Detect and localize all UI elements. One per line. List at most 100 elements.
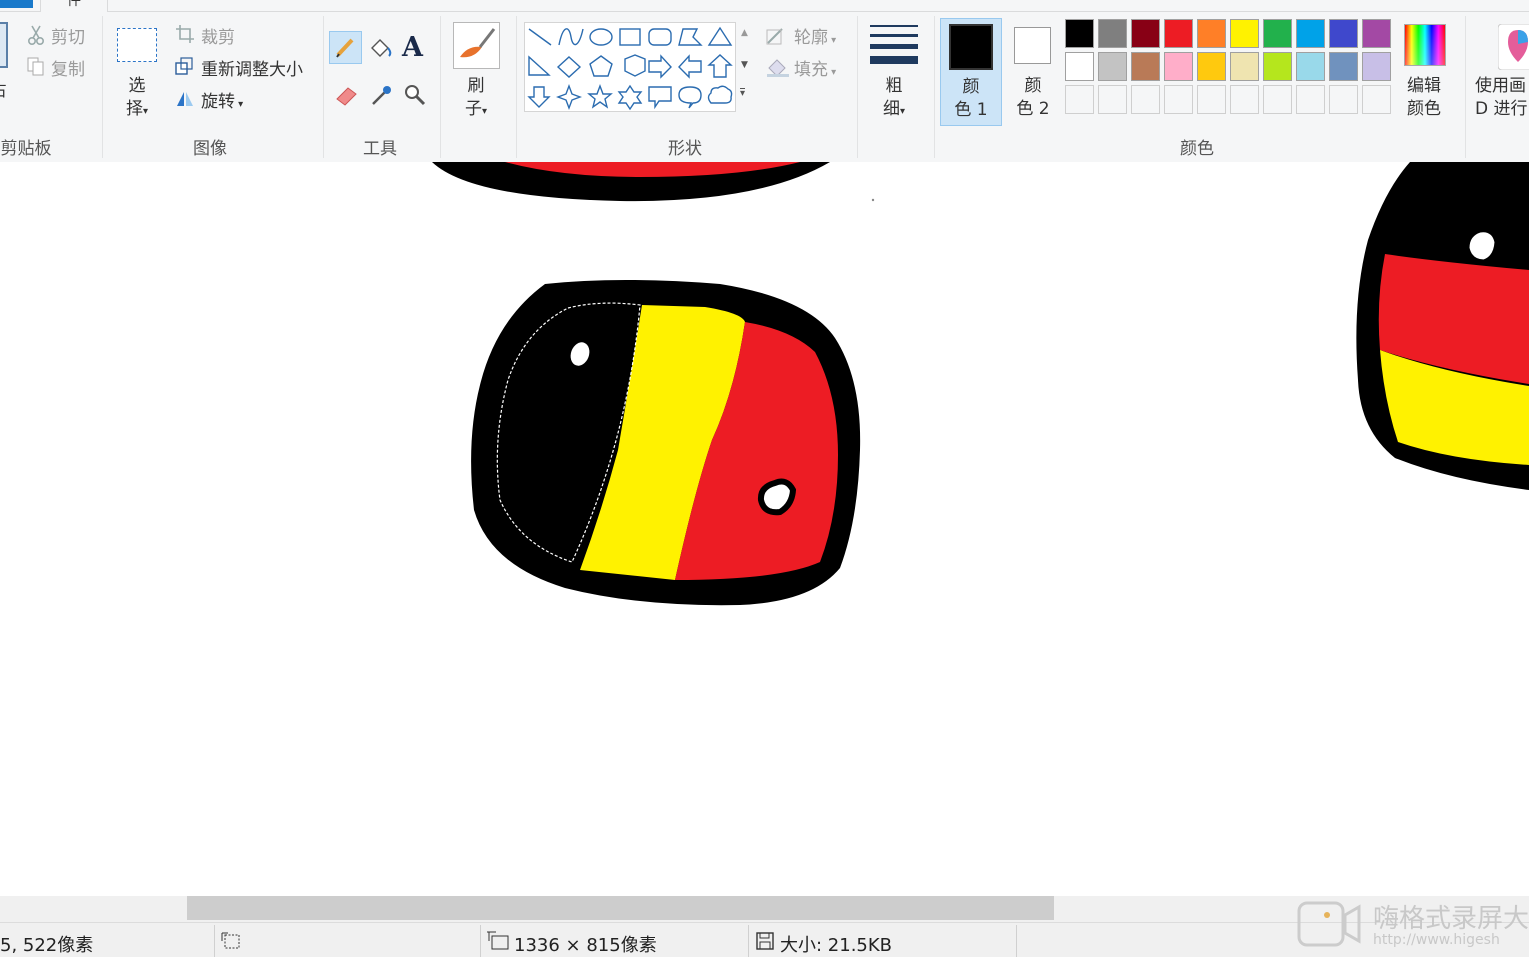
select-icon[interactable] xyxy=(117,28,157,62)
custom-color-slot[interactable] xyxy=(1065,85,1094,114)
fill-button[interactable]: 填充 ▾ xyxy=(794,55,836,80)
divider xyxy=(857,16,858,158)
divider xyxy=(1465,16,1466,158)
brushes-icon[interactable] xyxy=(453,22,500,69)
divider xyxy=(516,16,517,158)
custom-color-slot[interactable] xyxy=(1230,85,1259,114)
palette-swatch[interactable] xyxy=(1065,19,1094,48)
color-spectrum-icon xyxy=(1404,24,1446,66)
outline-button[interactable]: 轮廓 ▾ xyxy=(794,23,836,48)
resize-button[interactable]: 重新调整大小 xyxy=(201,55,303,80)
select-label-line2: 择▾ xyxy=(116,98,158,123)
palette-swatch[interactable] xyxy=(1164,19,1193,48)
custom-color-slot[interactable] xyxy=(1362,85,1391,114)
palette-swatch[interactable] xyxy=(1296,52,1325,81)
divider xyxy=(440,16,441,158)
color2-button[interactable]: 颜 色 2 xyxy=(1004,18,1062,126)
paint3d-icon xyxy=(1498,24,1529,70)
cut-button[interactable]: 剪切 xyxy=(51,23,85,48)
paint3d-label-line2: D 进行 xyxy=(1475,99,1528,119)
save-disk-icon xyxy=(756,932,774,950)
divider xyxy=(102,16,103,158)
custom-color-slot[interactable] xyxy=(1263,85,1292,114)
five-point-star-shape-icon xyxy=(587,84,613,109)
text-tool-icon[interactable]: A xyxy=(402,32,423,63)
dropdown-arrow-icon: ▾ xyxy=(142,106,149,117)
outline-label: 轮廓 xyxy=(794,28,828,48)
palette-swatch[interactable] xyxy=(1362,19,1391,48)
palette-swatch[interactable] xyxy=(1263,19,1292,48)
rectangular-callout-shape-icon xyxy=(648,86,672,110)
edit-colors-label: 编辑 颜色 xyxy=(1396,75,1452,121)
fill-label: 填充 xyxy=(794,60,828,80)
palette-swatch[interactable] xyxy=(1164,52,1193,81)
curve-shape-icon xyxy=(558,28,584,46)
gallery-scroll-down-icon[interactable]: ▼ xyxy=(741,60,748,70)
palette-swatch[interactable] xyxy=(1098,52,1127,81)
palette-swatch[interactable] xyxy=(1329,52,1358,81)
pencil-tool-button[interactable] xyxy=(329,31,362,64)
drawing-canvas[interactable] xyxy=(0,162,1529,896)
palette-swatch[interactable] xyxy=(1131,19,1160,48)
custom-color-slot[interactable] xyxy=(1296,85,1325,114)
down-arrow-shape-icon xyxy=(527,86,551,108)
paint3d-label-line1: 使用画 xyxy=(1475,76,1526,96)
size-button-label[interactable]: 粗 细▾ xyxy=(873,75,915,123)
gallery-expand-icon[interactable]: ▾ xyxy=(740,88,746,99)
palette-swatch[interactable] xyxy=(1065,52,1094,81)
color1-button[interactable]: 颜 色 1 xyxy=(940,18,1002,126)
divider xyxy=(323,16,324,158)
palette-swatch[interactable] xyxy=(1230,52,1259,81)
magnifier-icon[interactable] xyxy=(402,82,428,108)
colors-group-label: 颜色 xyxy=(1180,139,1214,159)
crop-button[interactable]: 裁剪 xyxy=(201,23,235,48)
tab-file[interactable] xyxy=(0,0,33,8)
gallery-scroll-up-icon[interactable]: ▲ xyxy=(741,28,748,38)
palette-swatch[interactable] xyxy=(1296,19,1325,48)
palette-swatch[interactable] xyxy=(1197,52,1226,81)
edit-colors-button[interactable]: 编辑 颜色 xyxy=(1398,18,1452,126)
select-button-label[interactable]: 选 择▾ xyxy=(116,75,158,123)
palette-swatch[interactable] xyxy=(1098,19,1127,48)
oval-shape-icon xyxy=(589,28,613,46)
palette-swatch[interactable] xyxy=(1131,52,1160,81)
palette-swatch[interactable] xyxy=(1263,52,1292,81)
clipboard-group-label: 剪贴板 xyxy=(0,139,52,159)
rotate-icon xyxy=(177,92,193,106)
brushes-button-label[interactable]: 刷 子▾ xyxy=(455,75,497,123)
canvas-drawing xyxy=(432,162,1529,606)
cloud-callout-shape-icon xyxy=(707,85,733,104)
paste-icon[interactable] xyxy=(0,22,8,68)
palette-swatch[interactable] xyxy=(1197,19,1226,48)
custom-color-slot[interactable] xyxy=(1329,85,1358,114)
divider xyxy=(934,16,935,158)
shapes-gallery[interactable] xyxy=(524,22,736,112)
copy-button[interactable]: 复制 xyxy=(51,55,85,80)
edit-colors-label-line1: 编辑 xyxy=(1407,76,1441,96)
custom-color-slot[interactable] xyxy=(1098,85,1127,114)
eye-right xyxy=(757,478,797,516)
eraser-icon[interactable] xyxy=(334,82,360,108)
custom-color-slot[interactable] xyxy=(1197,85,1226,114)
left-arrow-shape-icon xyxy=(678,54,702,79)
custom-color-slot[interactable] xyxy=(1131,85,1160,114)
color-picker-icon[interactable] xyxy=(369,82,395,108)
palette-swatch[interactable] xyxy=(1362,52,1391,81)
scissors-icon xyxy=(27,25,45,46)
rotate-button[interactable]: 旋转 ▾ xyxy=(201,87,243,112)
tab-home[interactable]: 件 xyxy=(40,0,108,12)
palette-swatch[interactable] xyxy=(1329,19,1358,48)
diamond-shape-icon xyxy=(556,56,582,78)
rectangle-shape-icon xyxy=(619,28,641,46)
outline-icon xyxy=(766,28,783,45)
paint3d-button[interactable]: 使用画 D 进行 xyxy=(1470,18,1529,126)
fill-bucket-icon[interactable] xyxy=(367,36,393,62)
dropdown-arrow-icon: ▾ xyxy=(481,106,488,117)
custom-color-slot[interactable] xyxy=(1164,85,1193,114)
line-size-icon[interactable] xyxy=(868,22,920,68)
color2-label-line1: 颜 xyxy=(1024,76,1042,96)
palette-swatch[interactable] xyxy=(1230,19,1259,48)
scrollbar-thumb[interactable] xyxy=(187,896,1054,920)
paste-button-label[interactable]: 占 xyxy=(0,76,7,101)
selection-size-icon xyxy=(221,932,240,949)
